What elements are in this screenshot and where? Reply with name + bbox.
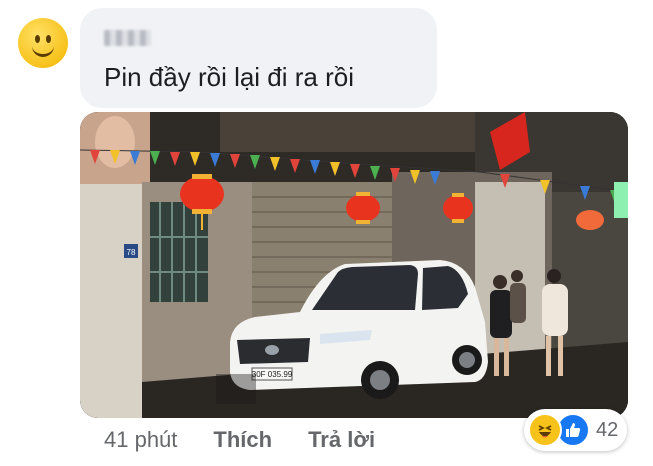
comment-timestamp[interactable]: 41 phút (104, 427, 177, 453)
comment-actions: 41 phút Thích Trả lời (104, 425, 375, 455)
house-number-plate: 78 (127, 248, 136, 257)
haha-icon (528, 413, 562, 447)
reaction-summary[interactable]: 42 (524, 409, 627, 451)
commenter-avatar[interactable] (18, 18, 68, 68)
comment-author-name-blurred[interactable] (104, 30, 151, 46)
license-plate: 30F 035.99 (252, 370, 293, 379)
reply-button[interactable]: Trả lời (308, 427, 375, 453)
avatar-smile (32, 40, 54, 57)
reaction-count: 42 (596, 418, 619, 441)
comment-text: Pin đầy rồi lại đi ra rồi (104, 62, 354, 92)
like-button[interactable]: Thích (213, 427, 272, 453)
comment-photo[interactable]: 78 30F 035.99 (80, 112, 628, 418)
comment-bubble: Pin đầy rồi lại đi ra rồi (80, 8, 437, 108)
